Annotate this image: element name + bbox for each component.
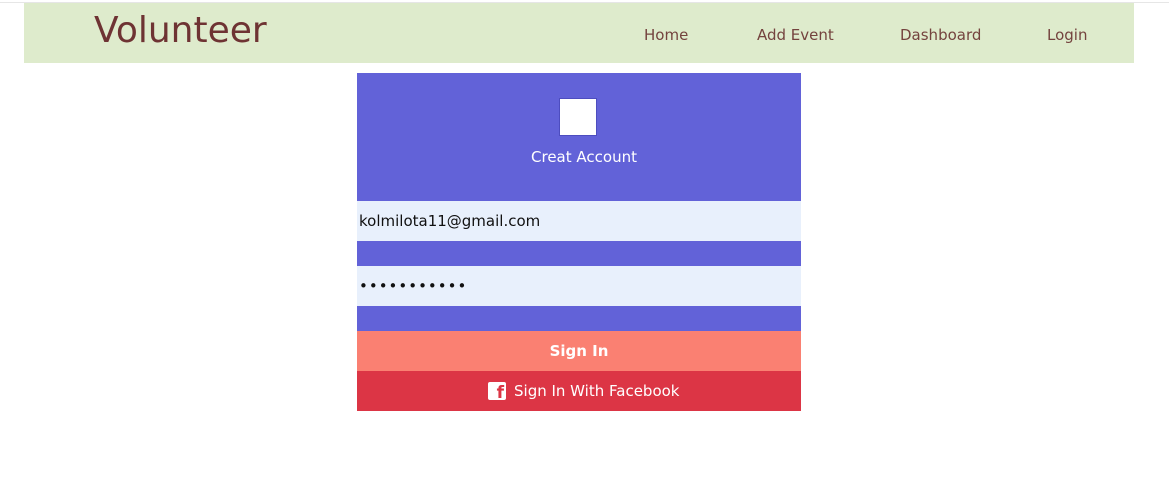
card-title: Creat Account [531, 148, 637, 166]
facebook-icon: f [488, 382, 506, 403]
brand-logo[interactable]: Volunteer [94, 9, 267, 53]
nav-add-event-link[interactable]: Add Event [757, 25, 834, 45]
facebook-sign-in-label: Sign In With Facebook [514, 382, 680, 400]
facebook-sign-in-button[interactable]: f Sign In With Facebook [357, 371, 801, 411]
navbar: Volunteer Home Add Event Dashboard Login [24, 3, 1134, 63]
avatar-image [559, 98, 597, 136]
login-card: Creat Account Sign In f Sign In With Fac… [357, 73, 801, 411]
nav-dashboard-link[interactable]: Dashboard [900, 25, 981, 45]
nav-home-link[interactable]: Home [644, 25, 688, 45]
email-field[interactable] [357, 201, 801, 241]
password-field[interactable] [357, 266, 801, 306]
nav-login-link[interactable]: Login [1047, 25, 1087, 45]
sign-in-button[interactable]: Sign In [357, 331, 801, 371]
